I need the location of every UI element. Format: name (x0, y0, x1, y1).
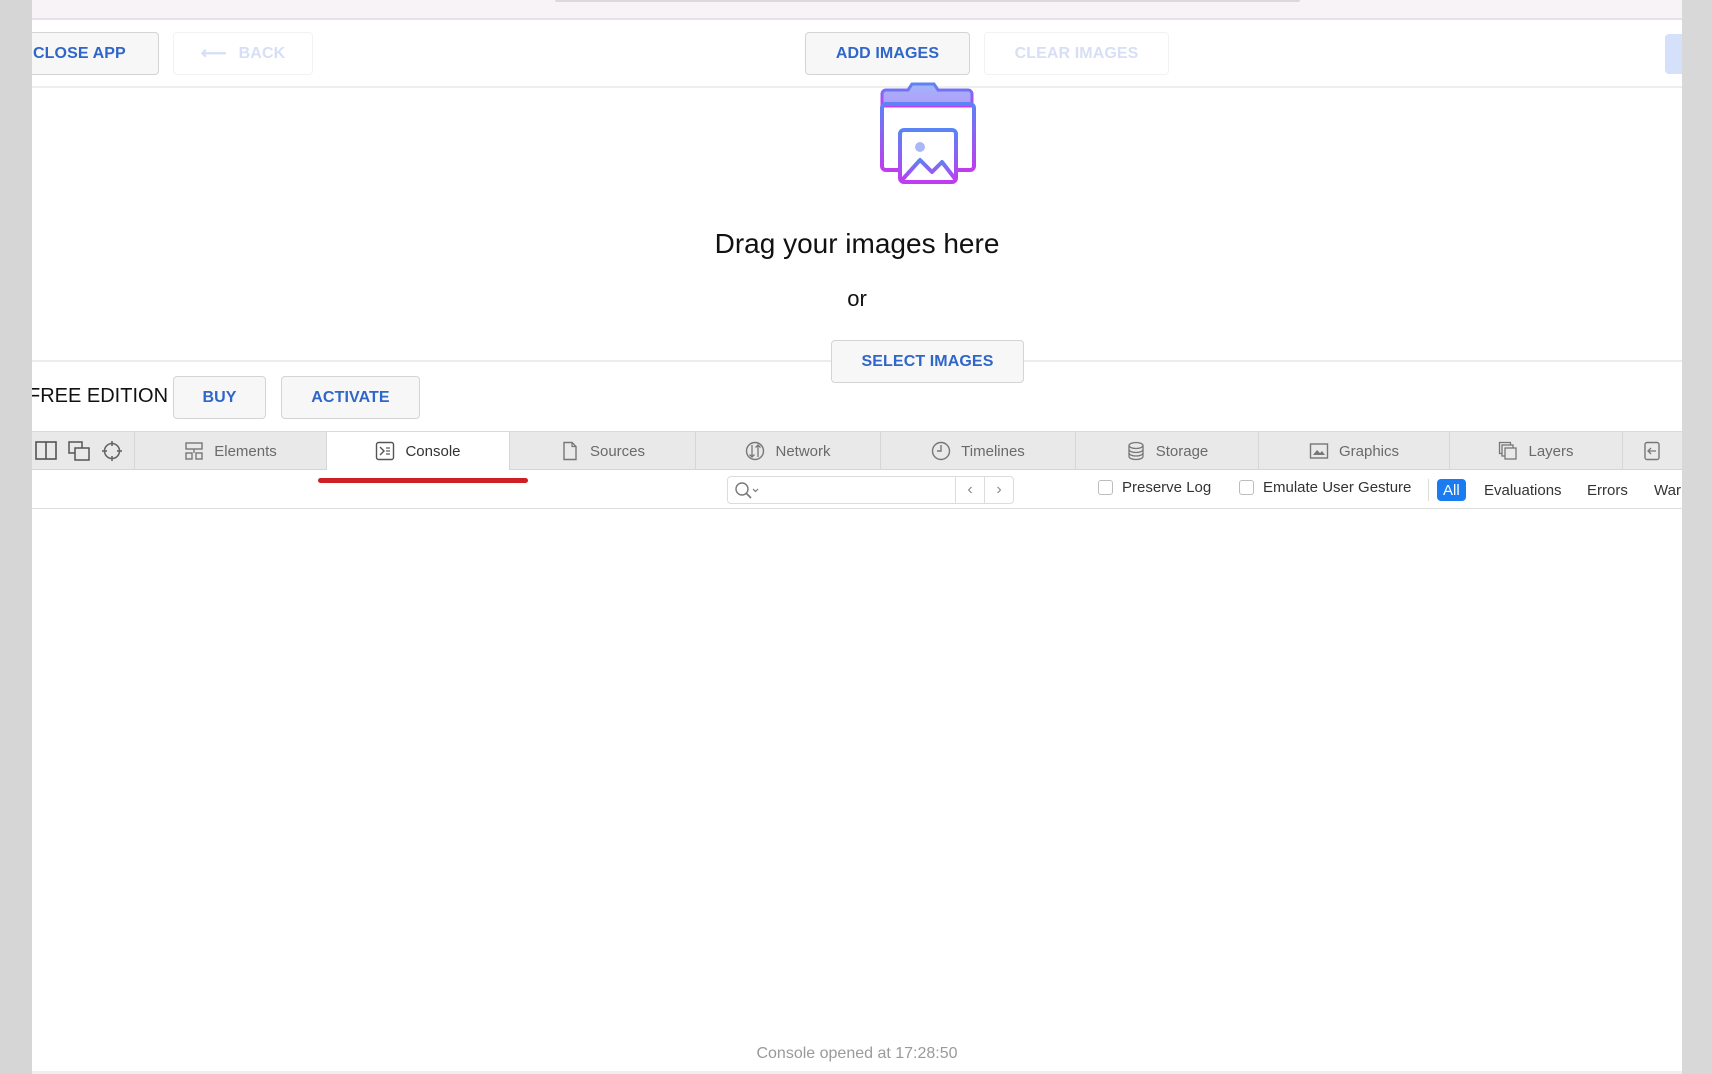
detach-window-icon[interactable] (68, 441, 90, 461)
graphics-icon (1309, 443, 1329, 459)
tab-label: Console (405, 442, 461, 460)
sources-icon (563, 441, 577, 461)
inspect-target-icon[interactable] (101, 441, 123, 461)
tab-label: Storage (1155, 442, 1209, 460)
arrow-left-icon: ⟵ (200, 43, 227, 63)
chevron-left-icon: ‹ (967, 481, 973, 498)
tab-label: Timelines (961, 442, 1025, 460)
activate-label: ACTIVATE (311, 388, 390, 406)
add-images-label: ADD IMAGES (835, 44, 940, 62)
select-images-button[interactable]: SELECT IMAGES (831, 340, 1024, 383)
network-icon (746, 441, 765, 461)
tab-label: Layers (1528, 442, 1574, 460)
buy-label: BUY (202, 388, 237, 406)
tab-elements[interactable]: Elements (134, 432, 326, 470)
tab-label: Graphics (1338, 442, 1400, 460)
close-app-label: CLOSE APP (33, 44, 126, 62)
tab-graphics[interactable]: Graphics (1258, 432, 1449, 470)
console-status-message: Console opened at 17:28:50 (756, 1045, 958, 1062)
clear-images-button[interactable]: CLEAR IMAGES (984, 32, 1169, 75)
devtools-tab-bar: Elements Console Sources Network Timelin… (32, 431, 1682, 470)
window-gutter (1682, 0, 1712, 1074)
partial-button[interactable] (1665, 34, 1682, 74)
tab-console[interactable]: Console (326, 432, 509, 470)
back-button[interactable]: ⟵ BACK (173, 32, 313, 75)
back-label: BACK (238, 44, 286, 62)
tab-label: Network (775, 442, 831, 460)
layers-icon (1499, 441, 1518, 460)
preserve-log-label: Preserve Log (1122, 479, 1212, 496)
tab-label: Sources (589, 442, 646, 460)
next-match-button[interactable]: › (984, 477, 1013, 503)
emulate-user-gesture-label: Emulate User Gesture (1263, 479, 1412, 496)
storage-icon (1128, 441, 1144, 461)
tab-network[interactable]: Network (695, 432, 880, 470)
add-images-button[interactable]: ADD IMAGES (805, 32, 970, 75)
clear-images-label: CLEAR IMAGES (1014, 44, 1139, 62)
preserve-log-checkbox[interactable]: Preserve Log (1098, 479, 1211, 496)
checkbox-box[interactable] (1098, 480, 1113, 495)
console-filter-bar: ‹ › Preserve Log Emulate User Gesture Al… (32, 470, 1682, 509)
folder-image-icon (880, 82, 976, 184)
tab-label: Elements (214, 442, 277, 460)
select-images-label: SELECT IMAGES (861, 352, 994, 370)
checkbox-box[interactable] (1239, 480, 1254, 495)
audit-icon (1644, 441, 1660, 461)
dock-side-icon[interactable] (35, 441, 57, 461)
tab-overflow[interactable] (1622, 432, 1682, 470)
tab-sources[interactable]: Sources (509, 432, 695, 470)
tab-layers[interactable]: Layers (1449, 432, 1622, 470)
filter-evaluations[interactable]: Evaluations (1484, 479, 1562, 501)
emulate-user-gesture-checkbox[interactable]: Emulate User Gesture (1239, 479, 1411, 496)
edition-label: FREE EDITION (32, 385, 169, 407)
buy-button[interactable]: BUY (173, 376, 266, 419)
timelines-icon (931, 441, 951, 461)
tab-timelines[interactable]: Timelines (880, 432, 1075, 470)
app-window: CLOSE APP ⟵ BACK ADD IMAGES CLEAR IMAGES (32, 0, 1682, 1074)
previous-match-button[interactable]: ‹ (955, 477, 984, 503)
drop-zone-title: Drag your images here (714, 228, 1000, 259)
chevron-right-icon: › (996, 481, 1002, 498)
elements-icon (185, 442, 203, 460)
filter-all[interactable]: All (1437, 479, 1466, 501)
console-search-input[interactable] (764, 479, 954, 501)
close-app-button[interactable]: CLOSE APP (32, 32, 159, 75)
console-search-field[interactable]: ‹ › (727, 476, 1014, 504)
filter-separator (1428, 479, 1429, 501)
toolbar: CLOSE APP ⟵ BACK ADD IMAGES CLEAR IMAGES (32, 22, 1682, 88)
filter-warnings[interactable]: War (1654, 479, 1681, 501)
filter-errors[interactable]: Errors (1587, 479, 1628, 501)
drop-zone-or: or (847, 286, 867, 311)
tab-storage[interactable]: Storage (1075, 432, 1258, 470)
search-icon (735, 482, 759, 499)
console-icon (376, 441, 395, 461)
top-tab-shadow (555, 0, 1300, 2)
activate-button[interactable]: ACTIVATE (281, 376, 420, 419)
top-strip (32, 0, 1682, 20)
